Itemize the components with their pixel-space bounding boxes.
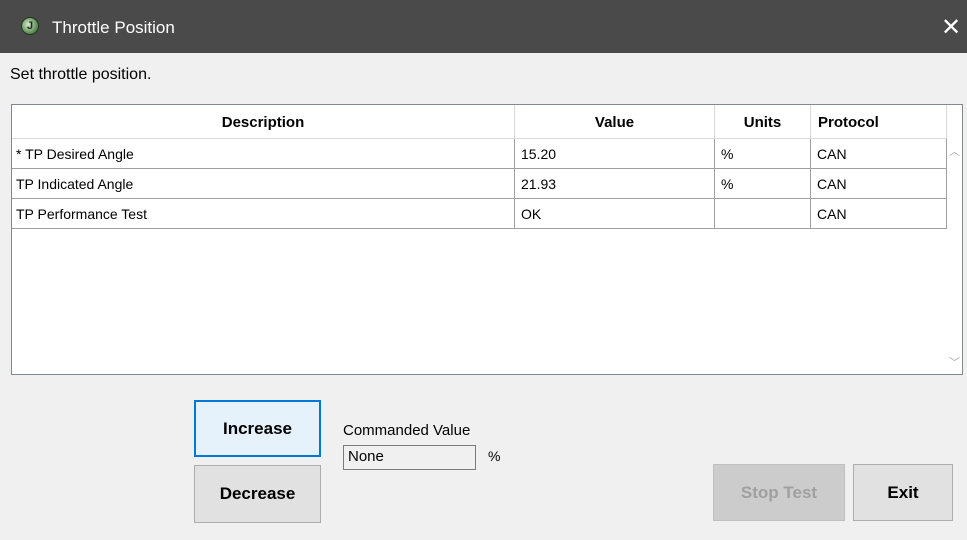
column-header-description[interactable]: Description xyxy=(12,105,515,139)
column-header-units[interactable]: Units xyxy=(715,105,811,139)
row-protocol: CAN xyxy=(811,169,947,199)
table-row[interactable]: * TP Desired Angle 15.20 % CAN xyxy=(12,139,947,169)
row-value: 21.93 xyxy=(515,169,715,199)
row-protocol: CAN xyxy=(811,199,947,229)
exit-button[interactable]: Exit xyxy=(853,464,953,521)
table-row[interactable]: TP Performance Test OK CAN xyxy=(12,199,947,229)
row-description: * TP Desired Angle xyxy=(12,139,515,169)
commanded-value-field: None xyxy=(343,445,476,470)
window-title: Throttle Position xyxy=(52,18,175,37)
column-header-protocol[interactable]: Protocol xyxy=(811,105,947,139)
stop-test-button: Stop Test xyxy=(713,464,845,521)
title-bar: J Throttle Position ✕ xyxy=(0,0,967,53)
column-header-value[interactable]: Value xyxy=(515,105,715,139)
parameter-table: Description Value Units Protocol * TP De… xyxy=(11,104,963,375)
vertical-scrollbar[interactable]: ︿ ﹀ xyxy=(947,139,962,374)
app-logo-icon: J xyxy=(21,17,39,35)
row-units: % xyxy=(715,139,811,169)
row-description: TP Performance Test xyxy=(12,199,515,229)
commanded-value-unit: % xyxy=(488,448,501,464)
close-icon[interactable]: ✕ xyxy=(935,11,967,43)
scroll-up-icon[interactable]: ︿ xyxy=(947,144,962,160)
table-row[interactable]: TP Indicated Angle 21.93 % CAN xyxy=(12,169,947,199)
increase-button[interactable]: Increase xyxy=(194,400,321,457)
row-units xyxy=(715,199,811,229)
row-value: 15.20 xyxy=(515,139,715,169)
row-protocol: CAN xyxy=(811,139,947,169)
row-description: TP Indicated Angle xyxy=(12,169,515,199)
row-value: OK xyxy=(515,199,715,229)
commanded-value-label: Commanded Value xyxy=(343,422,471,439)
decrease-button[interactable]: Decrease xyxy=(194,465,321,523)
instruction-text: Set throttle position. xyxy=(10,66,152,83)
row-units: % xyxy=(715,169,811,199)
scroll-down-icon[interactable]: ﹀ xyxy=(947,355,962,371)
